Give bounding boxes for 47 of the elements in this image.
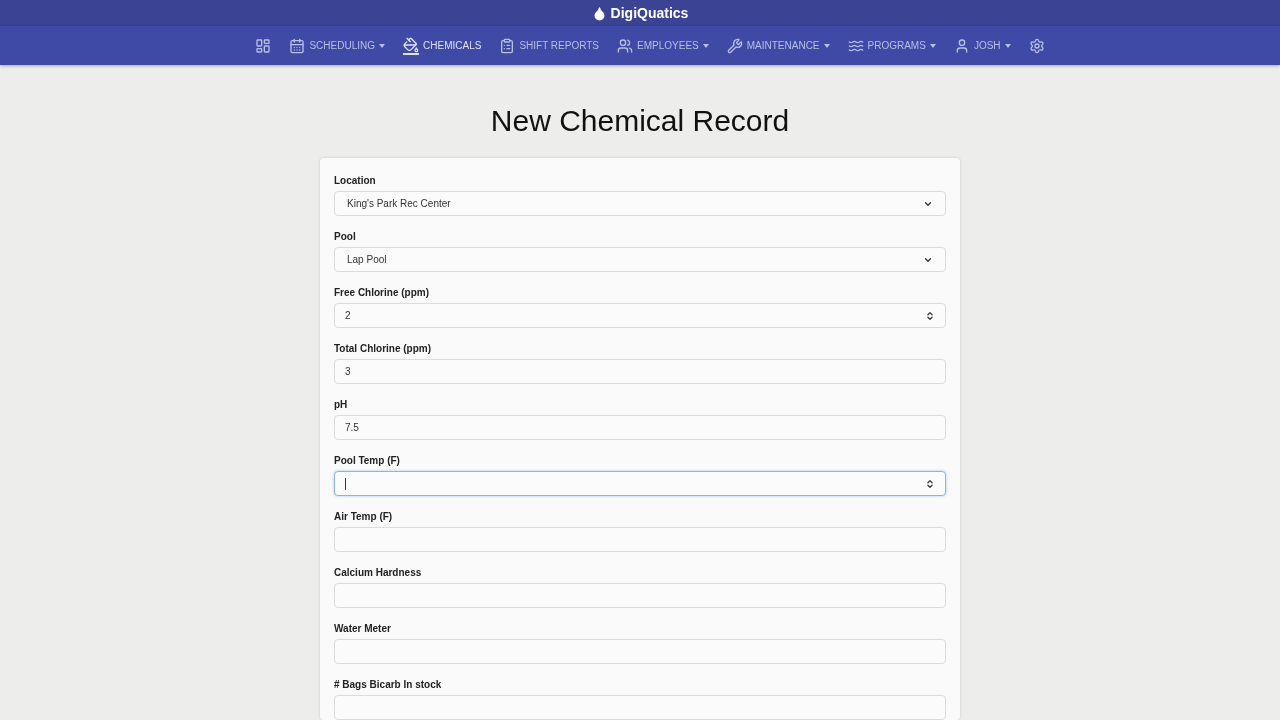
field-label: Water Meter xyxy=(334,621,392,636)
caret-icon xyxy=(823,43,830,48)
droplet-icon xyxy=(591,5,607,21)
input-field[interactable] xyxy=(334,527,946,552)
input-field[interactable] xyxy=(334,583,946,608)
clipboard-icon xyxy=(499,37,516,54)
nav-menu-item[interactable]: SCHEDULING xyxy=(289,37,385,54)
input-field[interactable] xyxy=(334,639,946,664)
caret-icon xyxy=(1004,43,1011,48)
input-field[interactable]: 7.5 xyxy=(334,415,946,440)
spinner-icon xyxy=(925,478,935,489)
paint-bucket-icon xyxy=(403,36,419,53)
field-label: Free Chlorine (ppm) xyxy=(334,285,430,300)
text-cursor xyxy=(345,477,346,490)
input-field[interactable]: 3 xyxy=(334,359,946,384)
caret-icon xyxy=(702,43,709,48)
input-field[interactable] xyxy=(334,695,946,720)
spinner-icon xyxy=(925,310,935,321)
people-icon xyxy=(617,37,634,54)
settings-button[interactable] xyxy=(1028,37,1045,54)
nav-menu-item[interactable]: EMPLOYEES xyxy=(617,37,709,54)
field-label: # Bags Bicarb In stock xyxy=(334,677,443,692)
dashboard-icon xyxy=(255,37,272,54)
input-field[interactable]: 2 xyxy=(334,303,946,328)
nav-menu-item[interactable]: JOSH xyxy=(953,37,1011,54)
nav-menu-item[interactable]: MAINTENANCE xyxy=(726,37,830,54)
field-label: Calcium Hardness xyxy=(334,565,423,580)
nav-menu-item[interactable]: CHEMICALS xyxy=(403,36,482,55)
caret-icon xyxy=(929,43,936,48)
input-field[interactable] xyxy=(334,471,946,496)
wrench-icon xyxy=(726,37,743,54)
brand-name[interactable]: DigiQuatics xyxy=(610,3,689,23)
field-label: Pool Temp (F) xyxy=(334,453,401,468)
field-label: pH xyxy=(334,397,349,412)
settings-icon xyxy=(1028,37,1045,54)
field-label: Pool xyxy=(334,229,357,244)
nav-menu-item[interactable]: SHIFT REPORTS xyxy=(499,37,600,54)
caret-icon xyxy=(379,43,385,48)
field-label: Location xyxy=(334,173,377,188)
dashboard-button[interactable] xyxy=(255,37,272,54)
page-title: New Chemical Record xyxy=(489,103,791,139)
nav-menu-item[interactable]: PROGRAMS xyxy=(847,37,936,54)
field-label: Total Chlorine (ppm) xyxy=(334,341,433,356)
calendar-icon xyxy=(289,37,306,54)
select-field[interactable]: Lap Pool xyxy=(334,247,946,272)
select-field[interactable]: King's Park Rec Center xyxy=(334,191,946,216)
field-label: Air Temp (F) xyxy=(334,509,394,524)
